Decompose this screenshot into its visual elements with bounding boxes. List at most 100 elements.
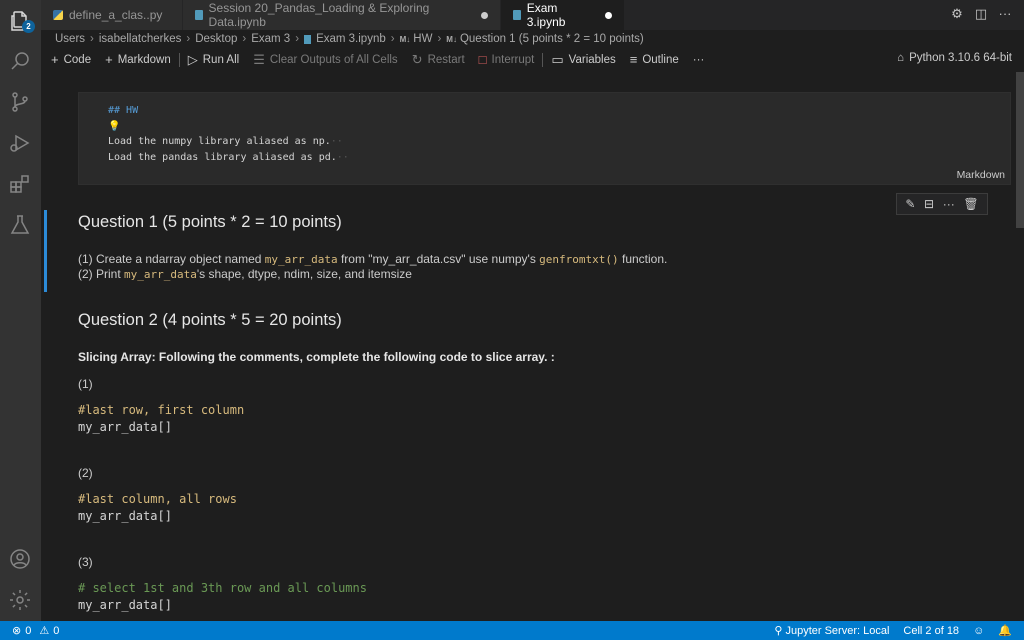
breadcrumb-item[interactable]: Question 1 (5 points * 2 = 10 points) xyxy=(460,33,644,45)
notebook-toolbar: + Code + Markdown ▷ Run All ☰ Clear Outp… xyxy=(41,49,1024,70)
settings-gear-icon[interactable] xyxy=(7,587,33,613)
notebook-file-icon xyxy=(304,34,312,44)
add-code-button[interactable]: + Code xyxy=(51,52,91,67)
restart-button[interactable]: ↻ Restart xyxy=(412,52,465,68)
source-control-icon[interactable] xyxy=(7,89,33,115)
notebook-file-icon xyxy=(513,10,521,20)
more-actions-icon[interactable]: ··· xyxy=(998,7,1012,21)
code-line: my_arr_data[] xyxy=(78,509,172,523)
warning-icon: ⚠ xyxy=(39,625,50,637)
tab-exam-3[interactable]: Exam 3.ipynb xyxy=(501,0,625,30)
breadcrumb-item[interactable]: Desktop xyxy=(195,33,237,45)
add-markdown-button[interactable]: + Markdown xyxy=(105,52,171,67)
code-comment: #last row, first column xyxy=(78,403,245,417)
notebook-settings-gear-icon[interactable]: ⚙ xyxy=(950,7,964,21)
inline-code: my_arr_data xyxy=(124,268,197,281)
jupyter-server-status[interactable]: ⚲ Jupyter Server: Local xyxy=(774,624,889,637)
error-icon: ⊗ xyxy=(12,625,22,637)
plug-icon: ⚲ xyxy=(774,625,786,637)
inline-code: my_arr_data xyxy=(264,253,338,266)
modified-dot-icon[interactable] xyxy=(481,11,489,19)
text-span: (2) Print xyxy=(78,267,125,281)
markdown-icon: M↓ xyxy=(399,34,411,44)
cell-language-indicator[interactable]: Markdown xyxy=(957,169,1005,181)
breadcrumb-item[interactable]: Users xyxy=(55,33,85,45)
breadcrumb-item[interactable]: Exam 3.ipynb xyxy=(316,33,386,45)
more-label: ··· xyxy=(692,53,705,66)
clear-outputs-button[interactable]: ☰ Clear Outputs of All Cells xyxy=(253,52,398,68)
tab-bar: define_a_clas..py Session 20_Pandas_Load… xyxy=(41,0,1024,30)
restart-label: Restart xyxy=(427,53,465,66)
interrupt-label: Interrupt xyxy=(491,53,535,66)
chevron-right-icon: › xyxy=(295,33,300,45)
cell-focus-indicator xyxy=(44,210,47,292)
outline-button[interactable]: ≡ Outline xyxy=(630,52,679,67)
extensions-icon[interactable] xyxy=(7,171,33,197)
split-cell-icon[interactable]: ⊟ xyxy=(924,197,934,211)
code-block: # select 1st and 3th row and all columns… xyxy=(78,580,367,614)
delete-trash-icon[interactable]: 🗑 xyxy=(963,197,978,211)
error-count: 0 xyxy=(25,624,32,637)
text-span: function. xyxy=(618,252,668,266)
breadcrumb-item[interactable]: Exam 3 xyxy=(251,33,290,45)
tab-label: define_a_clas..py xyxy=(69,8,163,22)
whitespace-dots: ·· xyxy=(336,151,349,163)
notifications-bell-icon[interactable]: 🔔 xyxy=(998,624,1012,637)
run-all-label: Run All xyxy=(202,53,240,66)
notebook-editor: ## HW 💡 Load the numpy library aliased a… xyxy=(41,72,1016,621)
outline-label: Outline xyxy=(642,53,679,66)
toolbar-divider xyxy=(178,52,180,67)
run-all-button[interactable]: ▷ Run All xyxy=(188,52,239,68)
search-icon[interactable] xyxy=(7,48,33,74)
markdown-edit-cell[interactable]: ## HW 💡 Load the numpy library aliased a… xyxy=(78,92,1011,185)
interrupt-button[interactable]: □ Interrupt xyxy=(479,52,535,67)
markdown-icon: M↓ xyxy=(446,34,457,44)
variables-button[interactable]: ▭ Variables xyxy=(551,52,615,68)
chevron-right-icon: › xyxy=(242,33,247,45)
plus-icon: + xyxy=(105,52,113,67)
notebook-file-icon xyxy=(195,10,203,20)
modified-dot-icon[interactable] xyxy=(605,11,612,19)
vertical-scrollbar[interactable] xyxy=(1016,72,1024,228)
problems-indicator[interactable]: ⊗ 0 ⚠ 0 xyxy=(12,624,60,638)
testing-icon[interactable] xyxy=(7,212,33,238)
code-line: my_arr_data[] xyxy=(78,598,172,612)
lightbulb-icon[interactable]: 💡 xyxy=(108,121,120,132)
add-code-label: Code xyxy=(63,53,92,66)
run-all-icon: ▷ xyxy=(187,51,198,67)
code-block: #last row, first column my_arr_data[] xyxy=(78,402,244,436)
tab-label: Session 20_Pandas_Loading & Exploring Da… xyxy=(208,1,430,29)
code-line: Load the numpy library aliased as np. xyxy=(108,136,331,147)
tab-label: Exam 3.ipynb xyxy=(526,1,566,29)
more-toolbar-button[interactable]: ··· xyxy=(693,54,705,66)
more-cell-actions-icon[interactable]: ··· xyxy=(943,197,955,211)
variables-label: Variables xyxy=(568,53,616,66)
clear-all-icon: ☰ xyxy=(253,51,265,67)
editor-actions: ⚙ ◫ ··· xyxy=(950,7,1012,21)
question-1-line-1: (1) Create a ndarray object named my_arr… xyxy=(78,252,667,267)
cell-position[interactable]: Cell 2 of 18 xyxy=(903,625,959,637)
edit-pencil-icon[interactable]: ✎ xyxy=(905,197,915,211)
part-label: (1) xyxy=(78,377,93,391)
breadcrumb-item[interactable]: HW xyxy=(413,33,432,45)
add-markdown-label: Markdown xyxy=(117,53,171,66)
status-bar: ⊗ 0 ⚠ 0 ⚲ Jupyter Server: Local Cell 2 o… xyxy=(0,621,1024,640)
warning-count: 0 xyxy=(53,624,60,637)
text-span: from "my_arr_data.csv" use numpy's xyxy=(337,252,540,266)
kernel-picker[interactable]: ⌂ Python 3.10.6 64-bit xyxy=(897,52,1012,64)
tab-session-20[interactable]: Session 20_Pandas_Loading & Exploring Da… xyxy=(183,0,501,30)
toolbar-divider xyxy=(542,52,544,67)
tab-define-a-clas[interactable]: define_a_clas..py xyxy=(41,0,183,30)
cell-editor[interactable]: ## HW 💡 Load the numpy library aliased a… xyxy=(108,103,349,165)
python-file-icon xyxy=(53,10,63,20)
explorer-badge: 2 xyxy=(22,20,35,33)
run-debug-icon[interactable] xyxy=(7,130,33,156)
split-editor-icon[interactable]: ◫ xyxy=(974,7,988,21)
feedback-icon[interactable]: ☺ xyxy=(973,625,984,637)
breadcrumb-item[interactable]: isabellatcherkes xyxy=(99,33,181,45)
question-2-heading: Question 2 (4 points * 5 = 20 points) xyxy=(78,311,342,329)
code-block: #last column, all rows my_arr_data[] xyxy=(78,491,237,525)
variables-icon: ▭ xyxy=(551,51,564,67)
code-line: ## HW xyxy=(108,105,139,116)
account-icon[interactable] xyxy=(7,546,33,572)
